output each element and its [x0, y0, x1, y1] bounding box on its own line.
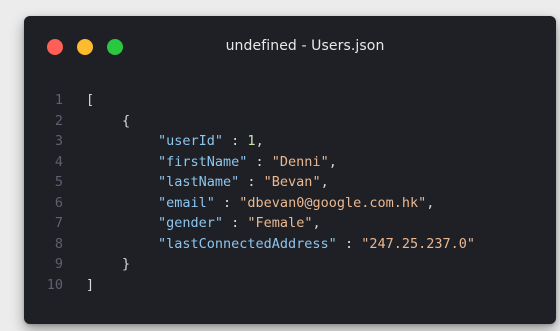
json-key: "lastName" — [158, 174, 240, 190]
line-content: "email" : "dbevan0@google.com.hk", — [158, 193, 434, 214]
json-punctuation: : — [239, 174, 264, 190]
json-punctuation: , — [426, 194, 435, 211]
json-punctuation: , — [328, 153, 337, 170]
json-string-value: "247.25.237.0" — [361, 235, 475, 252]
json-punctuation: : — [336, 235, 362, 252]
code-line: 5 "lastName" : "Bevan", — [24, 172, 556, 193]
json-string-value: "dbevan0@google.com.hk" — [239, 194, 427, 211]
code-line: 10] — [24, 275, 556, 296]
line-content: "userId" : 1, — [158, 131, 264, 152]
json-punctuation: : — [223, 133, 248, 149]
json-punctuation: : — [247, 153, 272, 170]
json-string-value: "Denni" — [271, 153, 329, 170]
json-punctuation: } — [122, 256, 131, 272]
line-number: 9 — [54, 256, 63, 272]
line-number: 4 — [54, 153, 63, 170]
code-window: undefined - Users.json 1[2{3 "userId" : 1… — [24, 16, 556, 324]
json-key: "email" — [158, 194, 215, 211]
code-line: 6 "email" : "dbevan0@google.com.hk", — [24, 193, 556, 214]
line-content: ] — [86, 275, 94, 296]
line-number: 8 — [54, 235, 63, 252]
line-number: 5 — [54, 174, 63, 190]
json-key: "lastConnectedAddress" — [158, 235, 337, 252]
json-punctuation: : — [223, 215, 248, 231]
code-line: 2{ — [24, 111, 556, 132]
line-number: 1 — [54, 92, 63, 108]
line-content: "gender" : "Female", — [158, 213, 321, 234]
json-punctuation: [ — [86, 92, 95, 108]
window-title: undefined - Users.json — [225, 38, 385, 54]
code-line: 4 "firstName" : "Denni", — [24, 152, 556, 173]
json-key: "firstName" — [158, 153, 248, 170]
json-punctuation: , — [255, 133, 264, 149]
json-string-value: "Female" — [247, 215, 313, 231]
code-line: 7 "gender" : "Female", — [24, 213, 556, 234]
json-punctuation: { — [122, 112, 131, 129]
code-editor[interactable]: 1[2{3 "userId" : 1, 4 "firstName" : "Denni"… — [24, 90, 556, 295]
json-string-value: "Bevan" — [263, 174, 321, 190]
json-punctuation: ] — [86, 276, 95, 293]
json-number-value: 1 — [247, 133, 256, 149]
line-content: { — [122, 111, 130, 132]
line-content: [ — [86, 90, 94, 111]
line-number: 2 — [54, 112, 63, 129]
code-line: 1[ — [24, 90, 556, 111]
line-content: } — [122, 254, 130, 275]
json-key: "gender" — [158, 215, 224, 231]
title-bar: undefined - Users.json — [24, 16, 556, 72]
code-line: 9} — [24, 254, 556, 275]
code-line: 8 "lastConnectedAddress" : "247.25.237.0" — [24, 234, 556, 255]
json-punctuation: , — [320, 174, 329, 190]
line-number: 10 — [46, 276, 63, 293]
line-content: "lastName" : "Bevan", — [158, 172, 329, 193]
line-number: 6 — [54, 194, 63, 211]
line-content: "firstName" : "Denni", — [158, 152, 337, 173]
json-punctuation: : — [214, 194, 240, 211]
json-punctuation: , — [312, 215, 321, 231]
line-number: 7 — [54, 215, 63, 231]
code-line: 3 "userId" : 1, — [24, 131, 556, 152]
line-number: 3 — [54, 133, 63, 149]
json-key: "userId" — [158, 133, 224, 149]
line-content: "lastConnectedAddress" : "247.25.237.0" — [158, 234, 475, 255]
